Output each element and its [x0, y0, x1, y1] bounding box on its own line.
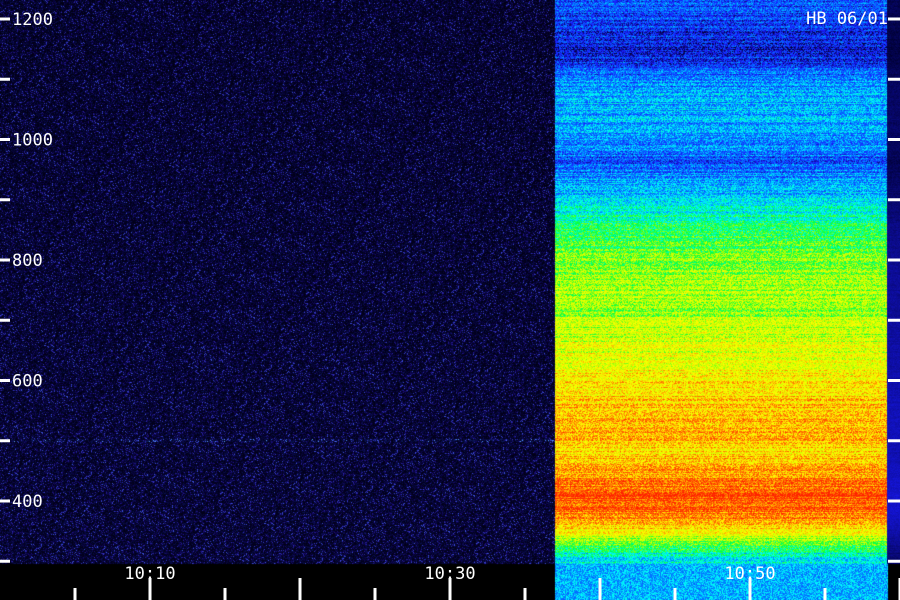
axes: 400 600 800 1000 1200 10:10 10:30 10:50 — [0, 10, 900, 600]
y-tick-label-1200: 1200 — [12, 10, 53, 30]
x-tick-label: 10:30 — [424, 564, 475, 584]
chart-title: HB 06/01 — [806, 9, 888, 29]
x-tick-label: 10:10 — [124, 564, 175, 584]
x-tick-label: 10:50 — [724, 564, 775, 584]
chart-overlay: 400 600 800 1000 1200 10:10 10:30 10:50 HB 06/0… — [0, 9, 900, 600]
y-tick-label-1000: 1000 — [12, 131, 53, 151]
y-tick-label-800: 800 — [12, 251, 43, 271]
y-tick-label-600: 600 — [12, 372, 43, 392]
y-tick-label-400: 400 — [12, 492, 43, 512]
